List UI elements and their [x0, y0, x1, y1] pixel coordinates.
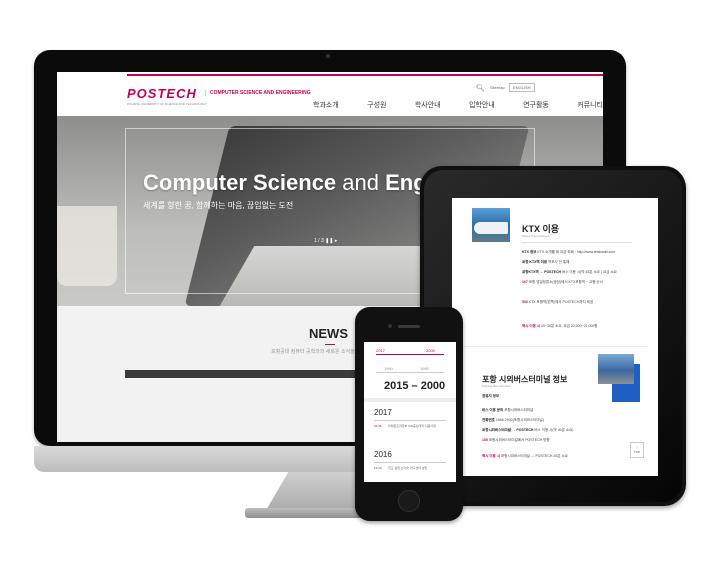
history-year: 2016	[374, 450, 392, 459]
nav-item-academics[interactable]: 학사안내	[415, 100, 441, 110]
home-button[interactable]	[398, 490, 420, 512]
ktx-row: 택시 이용 시 20~30분 소요, 요금 20,000~22,000원	[522, 324, 598, 328]
header-accent-line	[127, 74, 603, 76]
nav-item-research[interactable]: 연구활동	[523, 100, 549, 110]
ktx-row: 포항KTX역 → POSTECH 버스 이용 시(약 43분 소요 ) 요금 소…	[522, 270, 617, 274]
history-year: 2017	[374, 408, 392, 417]
nav-item-about[interactable]: 학과소개	[313, 100, 339, 110]
nav-item-admission[interactable]: 입학안내	[469, 100, 495, 110]
bus-row: 버스 이용 문의 포항시외버스터미널	[482, 408, 534, 412]
section-divider	[364, 398, 456, 402]
bus-row: 택시 이용 시 포항시외버스터미널 ↔ POSTECH 20분 소요	[482, 454, 568, 458]
bus-row: 전화번호 1666-2932(포항시외버스터미널)	[482, 418, 544, 422]
bus-row: 경유지 정보	[482, 394, 500, 398]
bus-subtitle: Pohang Bus Terminal	[482, 384, 511, 388]
history-date: 12.03	[374, 466, 382, 470]
history-text: 학교 설립 신기술 연구센터 설립	[388, 466, 428, 470]
timeline-year-end[interactable]: 2000	[426, 348, 435, 353]
logo-subtitle: POHANG UNIVERSITY OF SCIENCE AND TECHNOL…	[127, 102, 207, 106]
hero-pager[interactable]: 1 / 3 ❚❚ ▸	[314, 238, 337, 244]
ktx-subtitle: Korea Train eXpress	[522, 234, 550, 238]
speaker-grille	[398, 325, 420, 328]
camera-icon	[326, 54, 330, 58]
section-divider	[462, 346, 648, 347]
timeline-range-title: 2015 – 2000	[384, 380, 446, 392]
sitemap-link[interactable]: Sitemap	[490, 85, 505, 90]
postech-logo[interactable]: POSTECH	[127, 86, 197, 101]
tablet-screen: KTX 이용 Korea Train eXpress KTX 정보 KTX 소개…	[452, 198, 658, 476]
scroll-top-button[interactable]: ↑ TOP	[630, 442, 644, 458]
cup-image	[57, 206, 117, 286]
ktx-row: KTX 정보 KTX 소개를 위 요금 조회 : http://www.lets…	[522, 250, 616, 254]
search-icon[interactable]: 🔍︎	[476, 84, 485, 92]
history-text: 미래창조과학부 SW중심대학 지원사업	[388, 424, 436, 428]
timeline-year-start[interactable]: 2017	[376, 348, 385, 353]
ktx-row: 107 포항 영일정류소(광장)에서 KTX포항역 ~ 교행 순서	[522, 280, 603, 284]
timeline-year-option[interactable]: 1980	[420, 366, 429, 371]
train-shape	[474, 222, 508, 234]
news-title: NEWS	[309, 326, 348, 341]
ktx-row: 포항 KTX역 이용 역포사 안 통해	[522, 260, 570, 264]
timeline-slider-active[interactable]	[376, 354, 444, 355]
bus-row: 포항시외버스터미널 → POSTECH 버스 이용 시(약 40분 소요)	[482, 428, 574, 432]
bus-row: 105 포항시외버스터미널에서 POSTECH 방향	[482, 438, 550, 442]
nav-item-people[interactable]: 구성원	[367, 100, 386, 110]
timeline-year-option[interactable]: 1990	[384, 366, 393, 371]
main-nav: 학과소개 구성원 학사안내 입학안내 연구활동 커뮤니티	[313, 100, 603, 110]
front-camera-icon	[388, 324, 392, 328]
history-divider	[374, 462, 446, 463]
ktx-divider	[522, 242, 632, 243]
ktx-row: 500 KTX 포항역(왼쪽)에서 POSTECH까지 제공	[522, 300, 594, 304]
history-divider	[374, 420, 446, 421]
news-underline	[325, 344, 335, 345]
hero-title: Computer Science and Engine	[143, 170, 458, 195]
english-button[interactable]: ENGLISH	[509, 83, 535, 92]
bus-terminal-image	[598, 354, 634, 384]
history-date: 04.06	[374, 424, 382, 428]
hero-subtitle: 세계를 향한 꿈, 함께하는 마음, 끊임없는 도전	[143, 201, 294, 210]
nav-item-community[interactable]: 커뮤니티	[577, 100, 603, 110]
timeline-slider-track[interactable]	[376, 372, 444, 373]
phone-screen: 2017 2000 1990 1980 2015 – 2000 2017 04.…	[364, 342, 456, 482]
department-name: COMPUTER SCIENCE AND ENGINEERING	[205, 90, 311, 96]
news-subtitle: 포항공대 컴퓨터 공학과의 새로운 소식을	[271, 349, 355, 355]
